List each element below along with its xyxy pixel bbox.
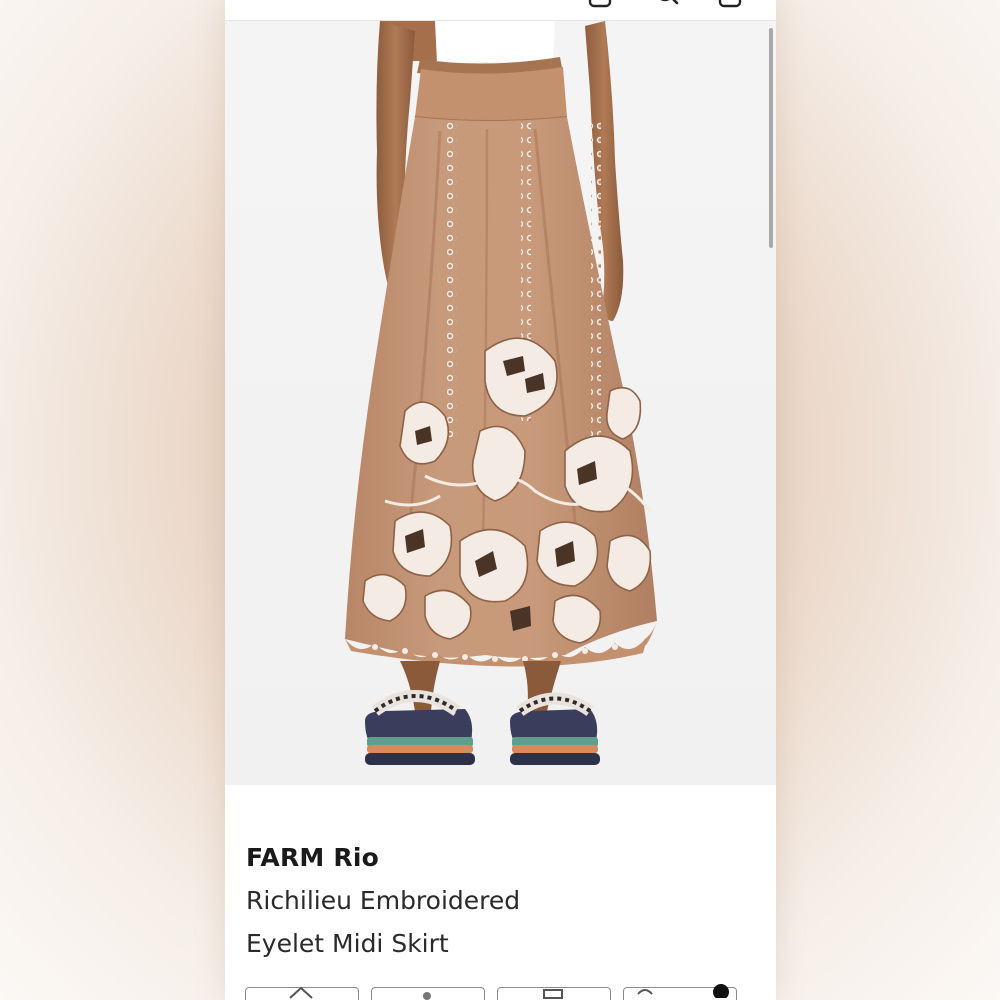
product-name-line-2: Eyelet Midi Skirt [246, 929, 449, 958]
tab-2[interactable] [371, 987, 485, 1000]
tab-4[interactable] [623, 984, 737, 1000]
product-name-line-1: Richilieu Embroidered [246, 886, 521, 915]
bottom-tab-bar [225, 984, 776, 1000]
scrollbar[interactable] [769, 28, 773, 248]
account-icon [713, 984, 729, 998]
home-tab[interactable] [245, 986, 359, 1000]
bag-icon[interactable] [717, 0, 743, 10]
tab-icon [423, 992, 431, 1000]
list-icon [543, 989, 563, 999]
share-icon[interactable] [587, 0, 613, 10]
search-icon[interactable] [655, 0, 681, 10]
tab-3[interactable] [497, 987, 611, 1000]
home-icon [289, 986, 313, 999]
skirt-illustration [345, 21, 657, 765]
product-image[interactable] [225, 21, 776, 785]
top-navigation-bar [225, 0, 776, 21]
phone-screen: FARM Rio Richilieu Embroidered Eyelet Mi… [225, 0, 776, 1000]
product-brand[interactable]: FARM Rio [246, 843, 379, 872]
heart-icon [637, 989, 653, 995]
product-info: FARM Rio Richilieu Embroidered Eyelet Mi… [225, 785, 776, 985]
